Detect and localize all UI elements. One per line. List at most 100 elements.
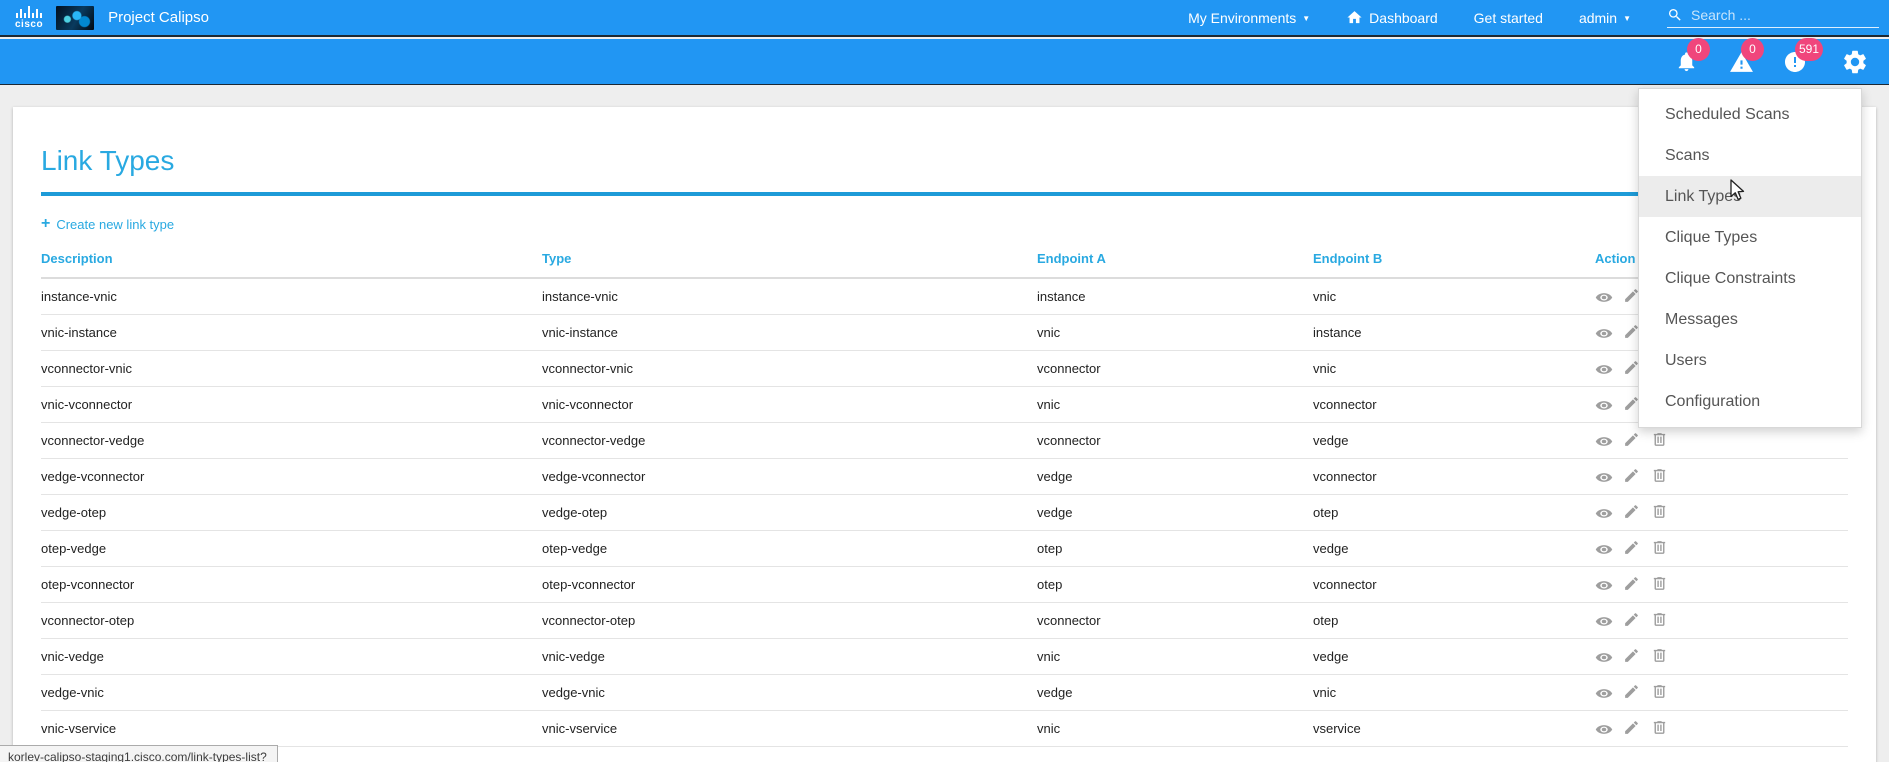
cell-type: vedge-vconnector: [542, 458, 1037, 494]
edit-icon[interactable]: [1623, 431, 1641, 449]
cell-endpoint-b: vservice: [1313, 710, 1595, 746]
edit-icon[interactable]: [1623, 611, 1641, 629]
edit-icon[interactable]: [1623, 539, 1641, 557]
search-box: [1667, 7, 1879, 28]
view-icon[interactable]: [1595, 575, 1613, 593]
row-actions: [1595, 611, 1848, 629]
nav-dashboard[interactable]: Dashboard: [1346, 9, 1438, 26]
cell-type: vnic-vservice: [542, 710, 1037, 746]
warnings-indicator[interactable]: 0: [1729, 50, 1753, 74]
view-icon[interactable]: [1595, 503, 1613, 521]
dropdown-menu-item[interactable]: Messages: [1639, 299, 1861, 340]
nav-admin-menu[interactable]: admin ▼: [1579, 10, 1631, 26]
cell-description: vedge-vnic: [41, 674, 542, 710]
delete-icon[interactable]: [1651, 611, 1669, 629]
cell-endpoint-a: instance: [1037, 278, 1313, 314]
view-icon[interactable]: [1595, 287, 1613, 305]
view-icon[interactable]: [1595, 647, 1613, 665]
settings-dropdown-menu: Scheduled Scans Scans Link Types Clique …: [1638, 88, 1862, 428]
view-icon[interactable]: [1595, 467, 1613, 485]
page-title: Link Types: [41, 145, 1848, 196]
dropdown-menu-item[interactable]: Scheduled Scans: [1639, 94, 1861, 135]
edit-icon[interactable]: [1623, 575, 1641, 593]
delete-icon[interactable]: [1651, 575, 1669, 593]
edit-icon[interactable]: [1623, 503, 1641, 521]
delete-icon[interactable]: [1651, 539, 1669, 557]
cell-description: otep-vedge: [41, 530, 542, 566]
header-endpoint-b: Endpoint B: [1313, 245, 1595, 278]
cell-endpoint-a: vnic: [1037, 314, 1313, 350]
table-header-row: Description Type Endpoint A Endpoint B A…: [41, 245, 1848, 278]
cell-endpoint-b: vedge: [1313, 422, 1595, 458]
cell-type: otep-vconnector: [542, 566, 1037, 602]
browser-status-tooltip: korlev-calipso-staging1.cisco.com/link-t…: [0, 745, 278, 762]
view-icon[interactable]: [1595, 539, 1613, 557]
cell-type: vconnector-otep: [542, 602, 1037, 638]
delete-icon[interactable]: [1651, 431, 1669, 449]
row-actions: [1595, 467, 1848, 485]
cell-endpoint-a: vedge: [1037, 674, 1313, 710]
notifications-bell[interactable]: 0: [1675, 50, 1699, 74]
cell-description: vnic-vedge: [41, 638, 542, 674]
table-row: vconnector-otep vconnector-otep vconnect…: [41, 602, 1848, 638]
cell-endpoint-a: otep: [1037, 530, 1313, 566]
cell-endpoint-b: vconnector: [1313, 458, 1595, 494]
edit-icon[interactable]: [1623, 467, 1641, 485]
cell-endpoint-b: vedge: [1313, 530, 1595, 566]
mouse-cursor-icon: [1727, 179, 1747, 201]
chevron-down-icon: ▼: [1623, 15, 1631, 23]
row-actions: [1595, 719, 1848, 737]
table-row: vnic-vconnector vnic-vconnector vnic vco…: [41, 386, 1848, 422]
create-new-link-type-button[interactable]: + Create new link type: [41, 216, 174, 232]
dropdown-menu-item[interactable]: Clique Constraints: [1639, 258, 1861, 299]
view-icon[interactable]: [1595, 395, 1613, 413]
dropdown-menu-item[interactable]: Scans: [1639, 135, 1861, 176]
header-description: Description: [41, 245, 542, 278]
delete-icon[interactable]: [1651, 683, 1669, 701]
project-thumbnail-image: [56, 6, 94, 30]
view-icon[interactable]: [1595, 359, 1613, 377]
top-navbar: cisco Project Calipso My Environments ▼ …: [0, 0, 1889, 37]
edit-icon[interactable]: [1623, 719, 1641, 737]
errors-indicator[interactable]: 591: [1783, 50, 1807, 74]
delete-icon[interactable]: [1651, 719, 1669, 737]
cell-endpoint-b: vconnector: [1313, 566, 1595, 602]
table-row: vconnector-vedge vconnector-vedge vconne…: [41, 422, 1848, 458]
view-icon[interactable]: [1595, 611, 1613, 629]
edit-icon[interactable]: [1623, 647, 1641, 665]
cell-endpoint-b: otep: [1313, 602, 1595, 638]
cell-endpoint-a: vnic: [1037, 386, 1313, 422]
view-icon[interactable]: [1595, 431, 1613, 449]
cell-endpoint-a: vconnector: [1037, 350, 1313, 386]
cell-endpoint-b: vconnector: [1313, 386, 1595, 422]
dropdown-menu-item[interactable]: Link Types: [1639, 176, 1861, 217]
nav-get-started[interactable]: Get started: [1474, 10, 1543, 26]
table-row: vconnector-vnic vconnector-vnic vconnect…: [41, 350, 1848, 386]
view-icon[interactable]: [1595, 719, 1613, 737]
cell-description: vnic-vservice: [41, 710, 542, 746]
cisco-logo-word: cisco: [15, 19, 43, 30]
chevron-down-icon: ▼: [1302, 15, 1310, 23]
cell-endpoint-a: vnic: [1037, 710, 1313, 746]
dropdown-menu-item[interactable]: Users: [1639, 340, 1861, 381]
cell-endpoint-a: vnic: [1037, 638, 1313, 674]
cell-endpoint-a: otep: [1037, 566, 1313, 602]
error-badge: 591: [1795, 38, 1823, 61]
settings-menu-button[interactable]: [1841, 48, 1869, 76]
cell-description: vedge-vconnector: [41, 458, 542, 494]
delete-icon[interactable]: [1651, 503, 1669, 521]
edit-icon[interactable]: [1623, 683, 1641, 701]
row-actions: [1595, 647, 1848, 665]
search-input[interactable]: [1691, 7, 1856, 23]
delete-icon[interactable]: [1651, 647, 1669, 665]
view-icon[interactable]: [1595, 323, 1613, 341]
dropdown-menu-item[interactable]: Clique Types: [1639, 217, 1861, 258]
nav-my-environments[interactable]: My Environments ▼: [1188, 10, 1310, 26]
dropdown-menu-item[interactable]: Configuration: [1639, 381, 1861, 422]
cell-description: vconnector-vedge: [41, 422, 542, 458]
view-icon[interactable]: [1595, 683, 1613, 701]
delete-icon[interactable]: [1651, 467, 1669, 485]
cell-description: otep-vconnector: [41, 566, 542, 602]
cell-endpoint-b: vnic: [1313, 674, 1595, 710]
cell-description: vconnector-vnic: [41, 350, 542, 386]
